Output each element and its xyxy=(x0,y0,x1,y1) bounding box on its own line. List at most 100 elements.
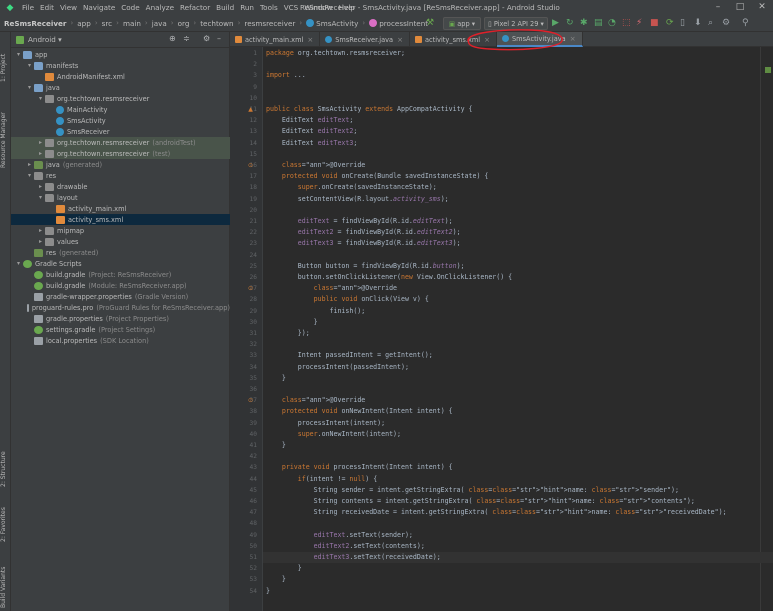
tree-item[interactable]: gradle-wrapper.properties (Gradle Version… xyxy=(11,291,230,302)
code-line[interactable]: } xyxy=(266,440,286,451)
menu-view[interactable]: View xyxy=(57,3,80,12)
tree-item[interactable]: res (generated) xyxy=(11,247,230,258)
code-line[interactable]: import ... xyxy=(266,70,306,81)
hammer-icon[interactable]: ⚒ xyxy=(426,17,434,30)
editor-tab[interactable]: activity_main.xml × xyxy=(230,32,321,47)
menu-run[interactable]: Run xyxy=(237,3,257,12)
close-window-icon[interactable]: ✕ xyxy=(751,0,773,15)
code-line[interactable]: EditText editText2; xyxy=(266,126,357,137)
menu-refactor[interactable]: Refactor xyxy=(177,3,213,12)
minimize-icon[interactable]: – xyxy=(707,0,729,15)
tree-item[interactable]: settings.gradle (Project Settings) xyxy=(11,324,230,335)
code-line[interactable]: String sender = intent.getStringExtra( c… xyxy=(266,485,679,496)
expand-down-icon[interactable]: ▾ xyxy=(36,194,45,201)
attach-debugger-icon[interactable]: ⬚ xyxy=(622,17,631,30)
tree-item[interactable]: gradle.properties (Project Properties) xyxy=(11,313,230,324)
expand-right-icon[interactable]: ▸ xyxy=(36,227,45,234)
expand-right-icon[interactable]: ▸ xyxy=(36,238,45,245)
code-line[interactable]: editText3 = findViewById(R.id.editText3)… xyxy=(266,238,461,249)
menu-vcs[interactable]: VCS xyxy=(281,3,302,12)
tree-item[interactable]: build.gradle (Project: ReSmsReceiver) xyxy=(11,269,230,280)
tree-item[interactable]: ▾ app xyxy=(11,49,230,60)
breadcrumb-item[interactable]: src xyxy=(102,19,113,28)
menu-edit[interactable]: Edit xyxy=(37,3,57,12)
breadcrumb-item[interactable]: org xyxy=(178,19,190,28)
favorites-tool-tab[interactable]: 2: Favorites xyxy=(0,500,11,550)
code-line[interactable]: editText.setText(sender); xyxy=(266,530,413,541)
debug-icon[interactable]: ✱ xyxy=(580,17,588,30)
expand-down-icon[interactable]: ▾ xyxy=(36,95,45,102)
code-line[interactable]: processIntent(passedIntent); xyxy=(266,362,409,373)
tree-item[interactable]: build.gradle (Module: ReSmsReceiver.app) xyxy=(11,280,230,291)
tree-item[interactable]: MainActivity xyxy=(11,104,230,115)
code-line[interactable]: private void processIntent(Intent intent… xyxy=(266,462,453,473)
breadcrumb-item[interactable]: SmsActivity xyxy=(306,19,358,28)
project-tool-tab[interactable]: 1: Project xyxy=(0,38,11,98)
layout-inspector-icon[interactable]: ⌕ xyxy=(708,17,713,30)
code-line[interactable]: super.onNewIntent(intent); xyxy=(266,429,401,440)
override-marker-icon[interactable]: ⊙ xyxy=(247,397,254,404)
breadcrumb-item[interactable]: processIntent xyxy=(369,19,428,28)
tree-item[interactable]: local.properties (SDK Location) xyxy=(11,335,230,346)
menu-file[interactable]: File xyxy=(19,3,37,12)
settings-icon[interactable]: ⚙ xyxy=(722,17,730,30)
expand-down-icon[interactable]: ▾ xyxy=(25,62,34,69)
tree-item[interactable]: ▸ drawable xyxy=(11,181,230,192)
breadcrumb-item[interactable]: main xyxy=(123,19,141,28)
code-line[interactable]: finish(); xyxy=(266,306,366,317)
resource-manager-tool-tab[interactable]: Resource Manager xyxy=(0,100,11,180)
expand-right-icon[interactable]: ▸ xyxy=(36,150,45,157)
tree-item[interactable]: ▾ org.techtown.resmsreceiver xyxy=(11,93,230,104)
code-line[interactable]: editText2 = findViewById(R.id.editText2)… xyxy=(266,227,461,238)
code-line[interactable]: protected void onCreate(Bundle savedInst… xyxy=(266,171,488,182)
code-line[interactable]: super.onCreate(savedInstanceState); xyxy=(266,182,437,193)
tree-item[interactable]: ▸ values xyxy=(11,236,230,247)
tab-close-icon[interactable]: × xyxy=(397,36,403,44)
code-line[interactable]: } xyxy=(266,373,286,384)
code-line[interactable]: setContentView(R.layout.activity_sms); xyxy=(266,194,449,205)
menu-tools[interactable]: Tools xyxy=(257,3,281,12)
expand-right-icon[interactable]: ▸ xyxy=(36,183,45,190)
breadcrumb-item[interactable]: app xyxy=(77,19,91,28)
tab-close-icon[interactable]: × xyxy=(307,36,313,44)
menu-analyze[interactable]: Analyze xyxy=(143,3,177,12)
sdk-manager-icon[interactable]: ⬇ xyxy=(694,17,702,30)
stop-icon[interactable]: ■ xyxy=(650,17,659,30)
editor-tab[interactable]: SmsReceiver.java × xyxy=(320,32,410,47)
override-marker-icon[interactable]: ⊙ xyxy=(247,162,254,169)
hide-panel-icon[interactable]: – xyxy=(217,34,221,43)
code-line[interactable]: processIntent(intent); xyxy=(266,418,385,429)
tree-item[interactable]: ▾ res xyxy=(11,170,230,181)
override-marker-icon[interactable]: ⊙ xyxy=(247,285,254,292)
tree-item[interactable]: activity_main.xml xyxy=(11,203,230,214)
menu-build[interactable]: Build xyxy=(213,3,237,12)
code-line[interactable]: } xyxy=(266,317,318,328)
code-line[interactable]: } xyxy=(266,563,302,574)
code-area[interactable]: package org.techtown.resmsreceiver; impor… xyxy=(263,47,773,611)
expand-down-icon[interactable]: ▾ xyxy=(25,172,34,179)
expand-right-icon[interactable]: ▸ xyxy=(36,139,45,146)
expand-down-icon[interactable]: ▾ xyxy=(14,260,23,267)
breadcrumb-item[interactable]: java xyxy=(152,19,167,28)
collapse-all-icon[interactable]: ≑ xyxy=(183,34,190,43)
code-line[interactable]: class="ann">@Override xyxy=(266,283,397,294)
tab-close-icon[interactable]: × xyxy=(570,35,576,43)
code-line[interactable]: Button button = findViewById(R.id.button… xyxy=(266,261,465,272)
tree-item[interactable]: AndroidManifest.xml xyxy=(11,71,230,82)
code-line[interactable]: class="ann">@Override xyxy=(266,160,365,171)
maximize-icon[interactable]: □ xyxy=(729,0,751,15)
code-line[interactable]: button.setOnClickListener(new View.OnCli… xyxy=(266,272,512,283)
code-line[interactable]: Intent passedIntent = getIntent(); xyxy=(266,350,433,361)
tree-item[interactable]: ▾ manifests xyxy=(11,60,230,71)
tree-item[interactable]: activity_sms.xml xyxy=(11,214,230,225)
breadcrumb-item[interactable]: resmsreceiver xyxy=(244,19,295,28)
breadcrumb-item[interactable]: ReSmsReceiver xyxy=(4,19,66,28)
class-hierarchy-icon[interactable]: ▲ xyxy=(247,106,254,113)
code-line[interactable]: String receivedDate = intent.getStringEx… xyxy=(266,507,727,518)
code-line[interactable]: } xyxy=(266,574,286,585)
tree-item[interactable]: ▸ org.techtown.resmsreceiver (androidTest) xyxy=(11,137,230,148)
code-line[interactable]: String contents = intent.getStringExtra(… xyxy=(266,496,695,507)
code-line[interactable]: if(intent != null) { xyxy=(266,474,377,485)
code-line[interactable]: editText3.setText(receivedDate); xyxy=(263,552,773,563)
search-everywhere-icon[interactable]: ⚲ xyxy=(742,17,749,30)
